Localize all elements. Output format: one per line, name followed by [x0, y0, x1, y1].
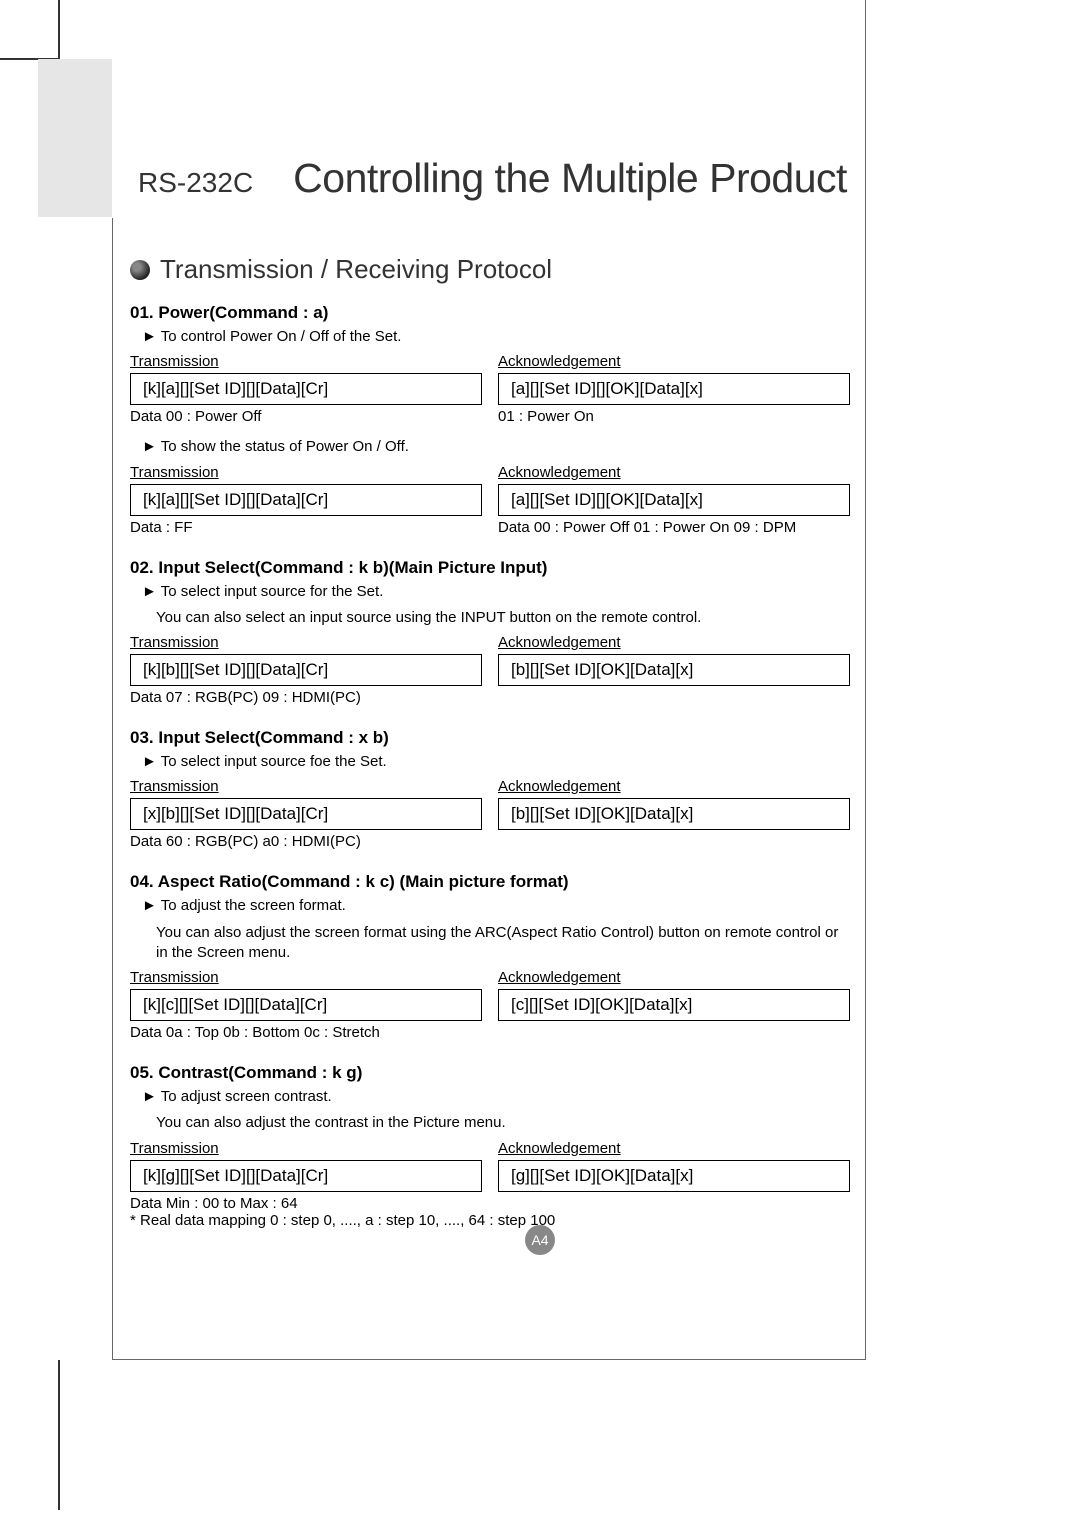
transmission-column: Transmission [k][b][][Set ID][][Data][Cr]… — [130, 634, 482, 706]
acknowledgement-column: Acknowledgement [b][][Set ID][OK][Data][x… — [498, 634, 850, 706]
bullet-icon — [130, 260, 150, 280]
acknowledgement-code: [g][][Set ID][OK][Data][x] — [498, 1160, 850, 1192]
transmission-label: Transmission — [130, 1140, 219, 1157]
transmission-label: Transmission — [130, 778, 219, 795]
transmission-note: Data : FF — [130, 519, 482, 536]
chapter-label: RS-232C — [138, 167, 253, 199]
command-description: ► To adjust the screen format. — [142, 896, 850, 916]
page-border-left — [112, 218, 113, 1360]
acknowledgement-note: 01 : Power On — [498, 408, 850, 425]
page-border-right — [865, 0, 866, 1360]
acknowledgement-label: Acknowledgement — [498, 1140, 621, 1157]
command-description: ► To select input source foe the Set. — [142, 752, 850, 772]
command-section: 02. Input Select(Command : k b)(Main Pic… — [130, 558, 850, 707]
command-description: You can also adjust the screen format us… — [156, 923, 850, 964]
transmission-label: Transmission — [130, 969, 219, 986]
command-title: 03. Input Select(Command : x b) — [130, 728, 850, 748]
transmission-note: Data 60 : RGB(PC) a0 : HDMI(PC) — [130, 833, 482, 850]
acknowledgement-label: Acknowledgement — [498, 634, 621, 651]
title-row: RS-232C Controlling the Multiple Product — [138, 155, 847, 202]
transmission-column: Transmission [x][b][][Set ID][][Data][Cr]… — [130, 778, 482, 850]
acknowledgement-code: [b][][Set ID][OK][Data][x] — [498, 654, 850, 686]
command-title: 02. Input Select(Command : k b)(Main Pic… — [130, 558, 850, 578]
command-section: 03. Input Select(Command : x b) ► To sele… — [130, 728, 850, 850]
transmission-note: Data Min : 00 to Max : 64 — [130, 1195, 482, 1212]
page-number: A4 — [525, 1225, 555, 1255]
content-area: Transmission / Receiving Protocol 01. Po… — [130, 254, 850, 1251]
section-title: Transmission / Receiving Protocol — [160, 254, 552, 285]
acknowledgement-note: Data 00 : Power Off 01 : Power On 09 : D… — [498, 519, 850, 536]
decorative-shade — [38, 59, 112, 217]
command-section: 01. Power(Command : a) ► To control Power… — [130, 303, 850, 536]
acknowledgement-label: Acknowledgement — [498, 464, 621, 481]
transmission-column: Transmission [k][a][][Set ID][][Data][Cr]… — [130, 464, 482, 536]
acknowledgement-column: Acknowledgement [c][][Set ID][OK][Data][x… — [498, 969, 850, 1041]
acknowledgement-column: Acknowledgement [a][][Set ID][][OK][Data]… — [498, 464, 850, 536]
acknowledgement-code: [b][][Set ID][OK][Data][x] — [498, 798, 850, 830]
transmission-note: Data 0a : Top 0b : Bottom 0c : Stretch — [130, 1024, 482, 1041]
acknowledgement-label: Acknowledgement — [498, 353, 621, 370]
command-description: You can also adjust the contrast in the … — [156, 1113, 850, 1133]
tx-ack-row: Transmission [x][b][][Set ID][][Data][Cr]… — [130, 778, 850, 850]
transmission-column: Transmission [k][g][][Set ID][][Data][Cr]… — [130, 1140, 482, 1212]
tx-ack-row: Transmission [k][c][][Set ID][][Data][Cr]… — [130, 969, 850, 1041]
tx-ack-row: Transmission [k][a][][Set ID][][Data][Cr]… — [130, 353, 850, 425]
transmission-label: Transmission — [130, 634, 219, 651]
tx-ack-row: Transmission [k][g][][Set ID][][Data][Cr]… — [130, 1140, 850, 1212]
command-description: ► To control Power On / Off of the Set. — [142, 327, 850, 347]
acknowledgement-code: [c][][Set ID][OK][Data][x] — [498, 989, 850, 1021]
transmission-note: Data 07 : RGB(PC) 09 : HDMI(PC) — [130, 689, 482, 706]
command-title: 04. Aspect Ratio(Command : k c) (Main pi… — [130, 872, 850, 892]
transmission-code: [x][b][][Set ID][][Data][Cr] — [130, 798, 482, 830]
command-section: 04. Aspect Ratio(Command : k c) (Main pi… — [130, 872, 850, 1041]
transmission-code: [k][a][][Set ID][][Data][Cr] — [130, 484, 482, 516]
tx-ack-row: Transmission [k][a][][Set ID][][Data][Cr]… — [130, 464, 850, 536]
command-extra-description: ► To show the status of Power On / Off. — [142, 437, 850, 457]
acknowledgement-column: Acknowledgement [a][][Set ID][][OK][Data]… — [498, 353, 850, 425]
transmission-column: Transmission [k][c][][Set ID][][Data][Cr]… — [130, 969, 482, 1041]
acknowledgement-code: [a][][Set ID][][OK][Data][x] — [498, 484, 850, 516]
page-border-bottom — [112, 1359, 866, 1360]
transmission-code: [k][g][][Set ID][][Data][Cr] — [130, 1160, 482, 1192]
transmission-label: Transmission — [130, 353, 219, 370]
command-description: ► To select input source for the Set. — [142, 582, 850, 602]
transmission-code: [k][a][][Set ID][][Data][Cr] — [130, 373, 482, 405]
acknowledgement-label: Acknowledgement — [498, 969, 621, 986]
acknowledgement-column: Acknowledgement [b][][Set ID][OK][Data][x… — [498, 778, 850, 850]
transmission-column: Transmission [k][a][][Set ID][][Data][Cr]… — [130, 353, 482, 425]
crop-edge — [58, 1360, 60, 1510]
command-title: 05. Contrast(Command : k g) — [130, 1063, 850, 1083]
command-title: 01. Power(Command : a) — [130, 303, 850, 323]
command-description: You can also select an input source usin… — [156, 608, 850, 628]
transmission-label: Transmission — [130, 464, 219, 481]
command-description: ► To adjust screen contrast. — [142, 1087, 850, 1107]
page-title: Controlling the Multiple Product — [293, 155, 847, 202]
transmission-code: [k][b][][Set ID][][Data][Cr] — [130, 654, 482, 686]
acknowledgement-code: [a][][Set ID][][OK][Data][x] — [498, 373, 850, 405]
command-footnote: * Real data mapping 0 : step 0, ...., a … — [130, 1212, 850, 1229]
acknowledgement-column: Acknowledgement [g][][Set ID][OK][Data][x… — [498, 1140, 850, 1212]
transmission-note: Data 00 : Power Off — [130, 408, 482, 425]
crop-mark — [0, 0, 60, 60]
transmission-code: [k][c][][Set ID][][Data][Cr] — [130, 989, 482, 1021]
tx-ack-row: Transmission [k][b][][Set ID][][Data][Cr]… — [130, 634, 850, 706]
command-section: 05. Contrast(Command : k g) ► To adjust s… — [130, 1063, 850, 1229]
acknowledgement-label: Acknowledgement — [498, 778, 621, 795]
section-head: Transmission / Receiving Protocol — [130, 254, 850, 285]
